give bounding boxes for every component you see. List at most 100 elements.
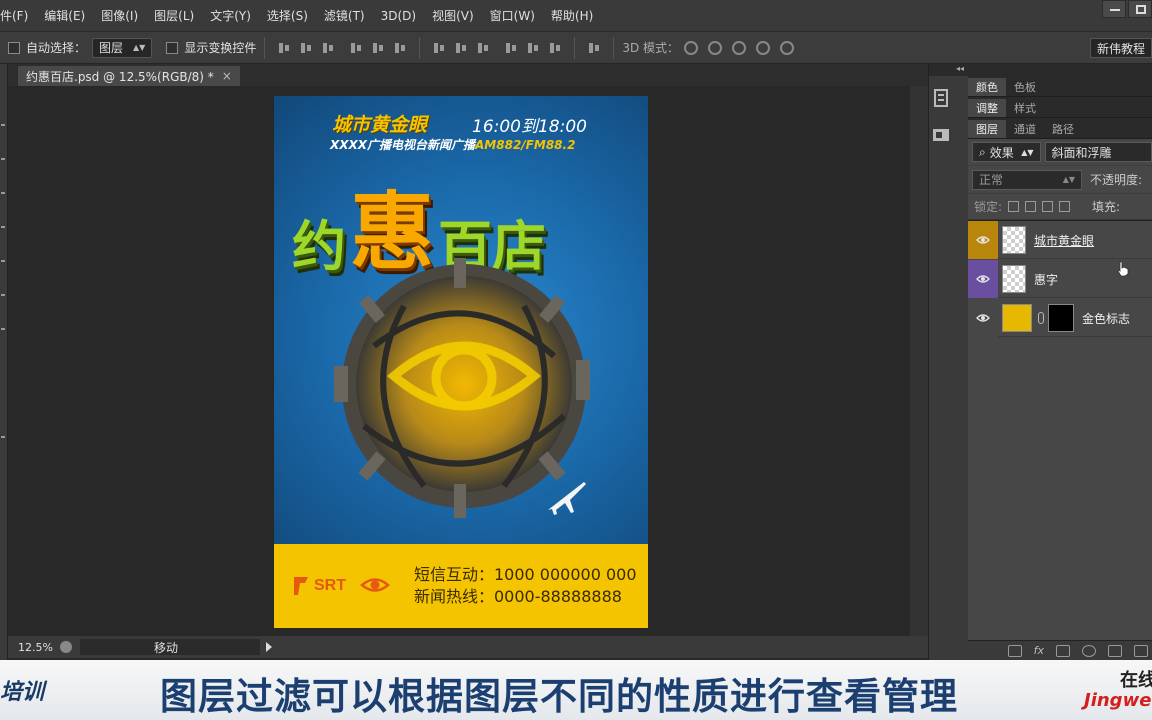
layer-name[interactable]: 金色标志 <box>1082 299 1130 337</box>
distribute-bottom-icon[interactable] <box>476 41 490 55</box>
tab-styles[interactable]: 样式 <box>1006 99 1044 117</box>
tool-marker[interactable] <box>1 260 5 262</box>
menu-type[interactable]: 文字(Y) <box>202 0 259 32</box>
workspace-button[interactable]: 新伟教程 <box>1089 38 1152 58</box>
menu-file[interactable]: 件(F) <box>0 0 36 32</box>
align-bottom-icon[interactable] <box>321 41 335 55</box>
link-icon <box>1038 312 1044 324</box>
layer-name[interactable]: 惠字 <box>1034 260 1058 298</box>
menu-image[interactable]: 图像(I) <box>93 0 146 32</box>
tab-channels[interactable]: 通道 <box>1006 120 1044 138</box>
lock-label: 锁定: <box>974 200 1003 214</box>
new-group-icon[interactable] <box>1108 644 1122 657</box>
lock-image-icon[interactable] <box>1025 201 1037 212</box>
blend-mode-value: 正常 <box>979 173 1004 187</box>
document-title: 约惠百店.psd @ 12.5%(RGB/8) * <box>26 69 214 84</box>
layer-thumbnail <box>1002 304 1032 332</box>
poster-canvas[interactable]: 城市黄金眼 16:00到18:00 XXXX广播电视台新闻广播AM882/FM8… <box>274 96 648 628</box>
distribute-vcenter-icon[interactable] <box>454 41 468 55</box>
filter-effect-dropdown[interactable]: 斜面和浮雕 <box>1044 142 1152 162</box>
distribute-left-icon[interactable] <box>504 41 518 55</box>
lock-transparent-icon[interactable] <box>1008 201 1020 212</box>
menu-window[interactable]: 窗口(W) <box>482 0 543 32</box>
history-panel-icon[interactable] <box>929 86 953 110</box>
layer-row[interactable]: 金色标志 <box>968 299 1152 337</box>
updown-arrow-icon: ▲▼ <box>1021 147 1034 157</box>
menu-3d[interactable]: 3D(D) <box>373 0 424 32</box>
layer-mask-thumbnail <box>1048 304 1074 332</box>
tool-marker[interactable] <box>1 226 5 228</box>
tool-marker[interactable] <box>1 124 5 126</box>
dock-collapse-icon[interactable]: ◂◂ <box>929 64 968 76</box>
properties-panel-icon[interactable] <box>929 123 953 147</box>
layers-bottom-toolbar: fx <box>968 640 1152 660</box>
slide-3d-icon[interactable] <box>756 40 771 55</box>
align-hcenter-icon[interactable] <box>371 41 385 55</box>
menu-view[interactable]: 视图(V) <box>424 0 482 32</box>
blend-row: 正常 ▲▼ 不透明度: <box>968 165 1152 193</box>
align-vcenter-icon[interactable] <box>299 41 313 55</box>
auto-select-dropdown[interactable]: 图层 ▲▼ <box>92 37 153 58</box>
filter-effect-value: 斜面和浮雕 <box>1051 145 1112 160</box>
lock-all-icon[interactable] <box>1059 201 1071 212</box>
tool-marker[interactable] <box>1 328 5 330</box>
blend-mode-dropdown[interactable]: 正常 ▲▼ <box>972 169 1082 190</box>
layers-list: 城市黄金眼 惠字 金色标志 <box>968 220 1152 640</box>
zoom-level[interactable]: 12.5% <box>8 637 53 657</box>
align-top-icon[interactable] <box>277 41 291 55</box>
layer-visibility-toggle[interactable] <box>968 299 998 337</box>
tool-marker[interactable] <box>1 192 5 194</box>
tab-adjustments[interactable]: 调整 <box>968 99 1006 117</box>
align-right-icon[interactable] <box>393 41 407 55</box>
add-mask-icon[interactable] <box>1056 644 1070 657</box>
rotate-3d-icon[interactable] <box>684 40 699 55</box>
minimize-button[interactable] <box>1102 0 1126 18</box>
opacity-label: 不透明度: <box>1090 173 1143 187</box>
menu-help[interactable]: 帮助(H) <box>543 0 601 32</box>
maximize-button[interactable] <box>1128 0 1152 18</box>
menu-select[interactable]: 选择(S) <box>259 0 316 32</box>
align-left-icon[interactable] <box>349 41 363 55</box>
tool-marker[interactable] <box>1 436 5 438</box>
tool-marker[interactable] <box>1 294 5 296</box>
close-icon[interactable]: × <box>222 69 232 83</box>
tool-marker[interactable] <box>1 158 5 160</box>
auto-select-checkbox[interactable] <box>8 41 20 54</box>
tab-paths[interactable]: 路径 <box>1044 120 1082 138</box>
layer-row[interactable]: 惠字 <box>968 260 1152 298</box>
distribute-hcenter-icon[interactable] <box>526 41 540 55</box>
tab-swatches[interactable]: 色板 <box>1006 78 1044 96</box>
lock-position-icon[interactable] <box>1042 201 1054 212</box>
layer-name[interactable]: 城市黄金眼 <box>1034 221 1094 259</box>
new-layer-icon[interactable] <box>1134 644 1148 657</box>
layer-visibility-toggle[interactable] <box>968 260 998 298</box>
roll-3d-icon[interactable] <box>708 40 723 55</box>
show-transform-checkbox[interactable] <box>166 41 179 54</box>
menu-edit[interactable]: 编辑(E) <box>36 0 93 32</box>
status-bar: 12.5% 移动 <box>8 636 928 658</box>
status-info-icon[interactable] <box>60 641 72 653</box>
brand-right-top: 在线 <box>1120 670 1152 691</box>
link-layers-icon[interactable] <box>1007 644 1022 657</box>
filter-kind-dropdown[interactable]: ⌕ 效果 ▲▼ <box>972 142 1041 162</box>
fx-icon[interactable]: fx <box>1034 644 1044 657</box>
minimize-icon <box>1110 9 1120 11</box>
tab-layers[interactable]: 图层 <box>968 120 1006 138</box>
adjustment-layer-icon[interactable] <box>1082 644 1096 657</box>
panel-collapse-bar[interactable] <box>968 64 1152 76</box>
auto-align-icon[interactable] <box>587 41 601 55</box>
distribute-right-icon[interactable] <box>548 41 562 55</box>
layer-visibility-toggle[interactable] <box>968 221 998 259</box>
tab-color[interactable]: 颜色 <box>968 78 1006 96</box>
vertical-scrollbar[interactable] <box>910 86 928 636</box>
show-transform-label: 显示变换控件 <box>184 41 257 55</box>
scale-3d-icon[interactable] <box>780 40 795 55</box>
eye-icon <box>976 236 990 244</box>
menu-layer[interactable]: 图层(L) <box>146 0 202 32</box>
distribute-top-icon[interactable] <box>432 41 446 55</box>
status-menu-arrow-icon[interactable] <box>266 642 272 652</box>
menu-filter[interactable]: 滤镜(T) <box>316 0 373 32</box>
document-tab[interactable]: 约惠百店.psd @ 12.5%(RGB/8) * × <box>18 66 240 86</box>
pan-3d-icon[interactable] <box>732 40 747 55</box>
layer-row[interactable]: 城市黄金眼 <box>968 221 1152 277</box>
